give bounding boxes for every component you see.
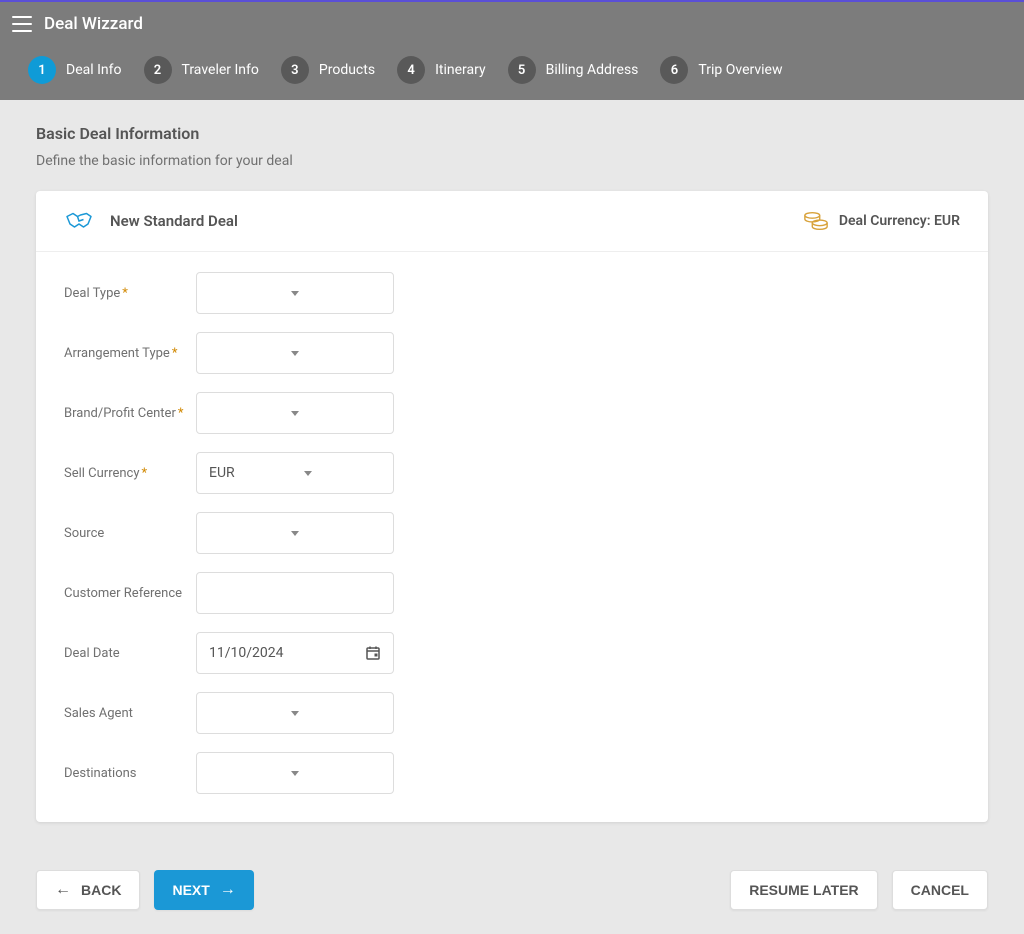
card-body: Deal Type* Arrangement Type* Brand/Profi…	[36, 252, 988, 822]
handshake-icon	[64, 209, 94, 233]
label-source: Source	[64, 526, 196, 541]
back-button[interactable]: BACK	[36, 870, 140, 910]
step-label: Itinerary	[435, 62, 486, 78]
header: Deal Wizzard 1 Deal Info 2 Traveler Info…	[0, 0, 1024, 100]
deal-currency-label: Deal Currency: EUR	[839, 213, 960, 229]
chevron-down-icon	[291, 291, 299, 296]
row-source: Source	[64, 512, 960, 554]
step-label: Deal Info	[66, 62, 122, 78]
section-description: Define the basic information for your de…	[36, 153, 988, 169]
chevron-down-icon	[304, 471, 312, 476]
step-label: Products	[319, 62, 375, 78]
coins-icon	[803, 209, 829, 233]
date-value: 11/10/2024	[209, 645, 284, 661]
select-destinations[interactable]	[196, 752, 394, 794]
row-destinations: Destinations	[64, 752, 960, 794]
select-arrangement-type[interactable]	[196, 332, 394, 374]
chevron-down-icon	[291, 771, 299, 776]
step-itinerary[interactable]: 4 Itinerary	[397, 56, 486, 84]
next-button[interactable]: NEXT	[154, 870, 253, 910]
select-deal-type[interactable]	[196, 272, 394, 314]
step-number: 2	[144, 56, 172, 84]
wizard-steps: 1 Deal Info 2 Traveler Info 3 Products 4…	[0, 46, 1024, 100]
step-number: 6	[660, 56, 688, 84]
step-number: 1	[28, 56, 56, 84]
row-sales-agent: Sales Agent	[64, 692, 960, 734]
button-label: NEXT	[172, 882, 209, 898]
label-sell-currency: Sell Currency*	[64, 466, 196, 481]
input-deal-date[interactable]: 11/10/2024	[196, 632, 394, 674]
footer: BACK NEXT RESUME LATER CANCEL	[0, 846, 1024, 934]
chevron-down-icon	[291, 711, 299, 716]
menu-icon[interactable]	[12, 16, 32, 32]
step-trip-overview[interactable]: 6 Trip Overview	[660, 56, 782, 84]
row-brand-profit-center: Brand/Profit Center*	[64, 392, 960, 434]
step-number: 3	[281, 56, 309, 84]
card-header: New Standard Deal Deal Currency: EUR	[36, 191, 988, 252]
row-sell-currency: Sell Currency* EUR	[64, 452, 960, 494]
content: Basic Deal Information Define the basic …	[0, 100, 1024, 846]
arrow-left-icon	[55, 881, 71, 899]
card-title: New Standard Deal	[110, 212, 238, 230]
step-products[interactable]: 3 Products	[281, 56, 375, 84]
footer-left: BACK NEXT	[36, 870, 254, 910]
footer-right: RESUME LATER CANCEL	[730, 870, 988, 910]
step-deal-info[interactable]: 1 Deal Info	[28, 56, 122, 84]
step-traveler-info[interactable]: 2 Traveler Info	[144, 56, 259, 84]
row-customer-reference: Customer Reference	[64, 572, 960, 614]
section-title: Basic Deal Information	[36, 124, 988, 143]
input-customer-reference[interactable]	[196, 572, 394, 614]
row-arrangement-type: Arrangement Type*	[64, 332, 960, 374]
row-deal-type: Deal Type*	[64, 272, 960, 314]
header-top: Deal Wizzard	[0, 2, 1024, 46]
step-number: 4	[397, 56, 425, 84]
label-arrangement-type: Arrangement Type*	[64, 346, 196, 361]
chevron-down-icon	[291, 351, 299, 356]
step-label: Trip Overview	[698, 62, 782, 78]
select-brand-profit-center[interactable]	[196, 392, 394, 434]
label-customer-reference: Customer Reference	[64, 586, 196, 601]
step-number: 5	[508, 56, 536, 84]
deal-card: New Standard Deal Deal Currency: EUR Dea…	[36, 191, 988, 822]
calendar-icon	[365, 645, 381, 661]
label-sales-agent: Sales Agent	[64, 706, 196, 721]
page-title: Deal Wizzard	[44, 14, 143, 34]
button-label: BACK	[81, 882, 121, 898]
chevron-down-icon	[291, 411, 299, 416]
chevron-down-icon	[291, 531, 299, 536]
step-billing-address[interactable]: 5 Billing Address	[508, 56, 639, 84]
card-header-left: New Standard Deal	[64, 209, 238, 233]
row-deal-date: Deal Date 11/10/2024	[64, 632, 960, 674]
label-destinations: Destinations	[64, 766, 196, 781]
cancel-button[interactable]: CANCEL	[892, 870, 988, 910]
card-header-right: Deal Currency: EUR	[803, 209, 960, 233]
resume-later-button[interactable]: RESUME LATER	[730, 870, 877, 910]
arrow-right-icon	[220, 881, 236, 899]
label-brand-profit-center: Brand/Profit Center*	[64, 406, 196, 421]
label-deal-type: Deal Type*	[64, 286, 196, 301]
select-value: EUR	[209, 465, 235, 481]
select-sales-agent[interactable]	[196, 692, 394, 734]
step-label: Traveler Info	[182, 62, 259, 78]
select-source[interactable]	[196, 512, 394, 554]
step-label: Billing Address	[546, 62, 639, 78]
label-deal-date: Deal Date	[64, 646, 196, 661]
select-sell-currency[interactable]: EUR	[196, 452, 394, 494]
